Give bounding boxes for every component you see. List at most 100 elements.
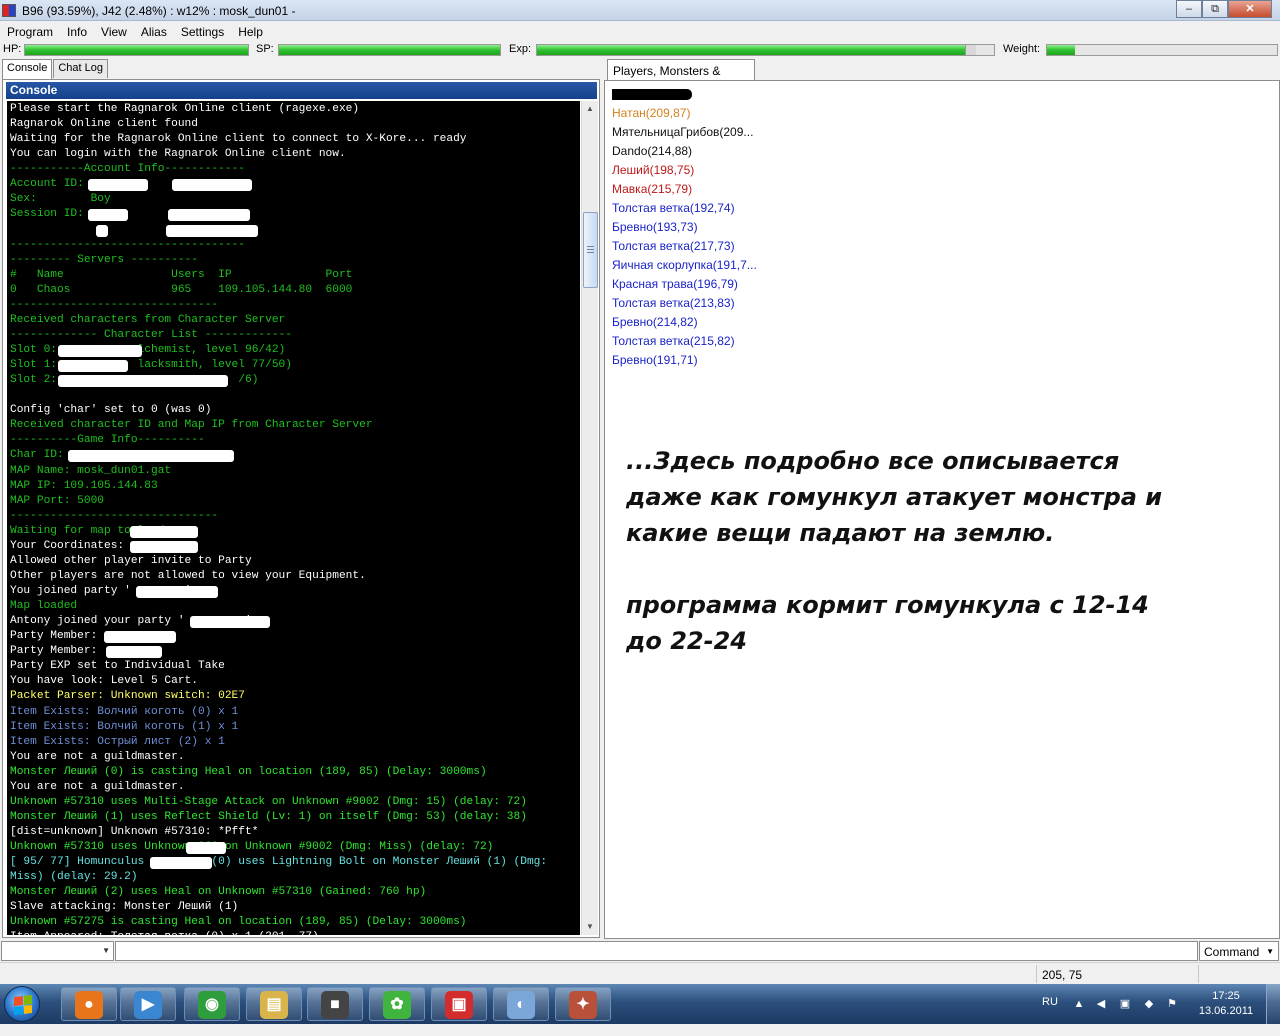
scroll-down-icon[interactable]: ▼ [582, 919, 598, 935]
entity-list-item[interactable]: Бревно(191,71) [612, 351, 762, 370]
network-icon[interactable]: ▣ [1117, 996, 1133, 1012]
coordinates-readout: 205, 75 [1042, 968, 1083, 982]
redaction-mark [58, 375, 228, 388]
console-line: Config 'char' set to 0 (was 0) [10, 404, 212, 417]
entity-list-item[interactable]: Dando(214,88) [612, 142, 762, 161]
scroll-up-icon[interactable]: ▲ [582, 101, 598, 117]
command-mode-value: Command [1204, 945, 1260, 959]
taskbar-app-button[interactable]: ■ [307, 987, 363, 1021]
show-desktop-button[interactable] [1266, 984, 1280, 1024]
app-tray-icon[interactable]: ◆ [1141, 996, 1157, 1012]
tab-console[interactable]: Console [2, 59, 53, 80]
maximize-button[interactable]: ⧉ [1202, 0, 1228, 18]
entity-list-item[interactable]: Бревно(214,82) [612, 313, 762, 332]
entity-list-item[interactable]: Толстая ветка(213,83) [612, 294, 762, 313]
redaction-mark [104, 631, 176, 644]
taskbar-app-button[interactable]: ▶ [120, 987, 176, 1021]
menu-bar: Program Info View Alias Settings Help [0, 22, 1280, 41]
taskbar-app-button[interactable]: ▣ [431, 987, 487, 1021]
tab-chat-log[interactable]: Chat Log [53, 59, 109, 78]
console-line: Ragnarok Online client found [10, 118, 198, 131]
console-line: Allowed other player invite to Party [10, 554, 252, 567]
console-line: [dist=unknown] Unknown #57310: *Pfft* [10, 826, 259, 838]
console-line: ------------- Character List -----------… [10, 328, 292, 341]
console-line: Item Exists: Волчий коготь (0) x 1 [10, 705, 239, 718]
entity-list-item[interactable]: Яичная скорлупка(191,7... [612, 256, 762, 275]
redaction-mark [130, 525, 198, 538]
menu-alias[interactable]: Alias [134, 22, 174, 41]
entity-list-item[interactable]: Натан(209,87) [612, 104, 762, 123]
annotation-line: до 22-24 [626, 627, 747, 655]
taskbar-app-button[interactable]: ▤ [246, 987, 302, 1021]
console-output[interactable]: Please start the Ragnarok Online client … [7, 101, 580, 935]
entity-list-item[interactable]: Красная трава(196,79) [612, 275, 762, 294]
console-line: Slot 1: lacksmith, level 77/50) [10, 359, 292, 373]
annotation-line: какие вещи падают на землю. [626, 519, 1055, 547]
minimize-button[interactable]: – [1176, 0, 1202, 18]
chrome-icon: ◉ [198, 991, 226, 1019]
console-line: Party EXP set to Individual Take [10, 660, 225, 673]
taskbar-app-button[interactable]: ● [61, 987, 117, 1021]
entity-list-item[interactable]: Толстая ветка(192,74) [612, 199, 762, 218]
menu-settings[interactable]: Settings [174, 22, 231, 41]
entity-list-item[interactable]: Мавка(215,79) [612, 180, 762, 199]
ragnarok-icon: ✦ [569, 991, 597, 1019]
console-line: Item Appeared: Толстая ветка (0) x 1 (20… [10, 930, 577, 935]
console-line: Antony joined your party ' ' [10, 614, 577, 629]
annotation-line: ...Здесь подробно все описывается [626, 447, 1120, 475]
entity-list-item[interactable]: МятельницаГрибов(209... [612, 123, 762, 142]
app-icon[interactable] [2, 4, 16, 17]
menu-help[interactable]: Help [231, 22, 270, 41]
hp-bar-fill [25, 45, 248, 55]
window-titlebar: B96 (93.59%), J42 (2.48%) : w12% : mosk_… [0, 0, 1280, 21]
tab-players-monsters-items[interactable]: Players, Monsters & Items [607, 59, 755, 92]
action-center-icon[interactable]: ⚑ [1164, 996, 1180, 1012]
console-line: -----------Account Info------------ [10, 163, 245, 176]
redaction-mark [172, 179, 252, 192]
entity-list: Натан(209,87) МятельницаГрибов(209... Dand… [612, 85, 762, 370]
entity-list-item[interactable] [612, 85, 762, 104]
window-title: B96 (93.59%), J42 (2.48%) : w12% : mosk_… [22, 4, 296, 18]
annotation-line [626, 551, 1246, 587]
hp-label: HP: [3, 43, 22, 55]
console-line: Party Member: [10, 629, 577, 644]
entity-list-item[interactable]: Толстая ветка(217,73) [612, 237, 762, 256]
taskbar-app-button[interactable]: ◐ [493, 987, 549, 1021]
system-clock[interactable]: 17:25 13.06.2011 [1196, 989, 1256, 1019]
language-indicator[interactable]: RU [1042, 996, 1058, 1036]
history-dropdown[interactable]: ▼ [1, 941, 114, 961]
console-line: Account ID: [10, 177, 577, 192]
console-scrollbar[interactable]: ▲ ▼ [581, 101, 598, 935]
console-line: ------------------------------- [10, 298, 219, 311]
redaction-mark [130, 540, 198, 553]
taskbar-app-button[interactable]: ◉ [184, 987, 240, 1021]
console-line: MAP Name: mosk_dun01.gat [10, 464, 172, 477]
redaction-mark [186, 842, 226, 855]
annotation-text: ...Здесь подробно все описывается даже ка… [626, 443, 1246, 659]
entity-list-item[interactable]: Леший(198,75) [612, 161, 762, 180]
command-input[interactable] [115, 941, 1198, 961]
menu-info[interactable]: Info [60, 22, 94, 41]
menu-program[interactable]: Program [0, 22, 60, 41]
annotation-line: даже как гомункул атакует монстра и [626, 483, 1163, 511]
command-mode-select[interactable]: Command ▼ [1199, 941, 1279, 961]
console-line: Item Exists: Острый лист (2) x 1 [10, 735, 225, 748]
taskbar-app-button[interactable]: ✦ [555, 987, 611, 1021]
show-hidden-icons-icon[interactable]: ▲ [1071, 996, 1087, 1012]
scroll-thumb[interactable] [583, 212, 598, 288]
redaction-mark [88, 209, 128, 222]
redaction-mark [68, 450, 234, 463]
console-line: Party Member: [10, 644, 577, 659]
entity-list-item[interactable]: Толстая ветка(215,82) [612, 332, 762, 351]
close-button[interactable]: ✕ [1228, 0, 1272, 18]
console-line: # Name Users IP Port [10, 268, 353, 281]
taskbar-app-button[interactable]: ✿ [369, 987, 425, 1021]
console-line: Unknown #57275 is casting Heal on locati… [10, 916, 467, 929]
entity-list-item[interactable]: Бревно(193,73) [612, 218, 762, 237]
sp-bar-fill [279, 45, 500, 55]
start-button[interactable] [4, 986, 40, 1022]
volume-icon[interactable]: ◀ [1093, 996, 1109, 1012]
console-line: Char ID: [10, 448, 577, 463]
clapperboard-icon: ■ [321, 991, 349, 1019]
menu-view[interactable]: View [94, 22, 134, 41]
